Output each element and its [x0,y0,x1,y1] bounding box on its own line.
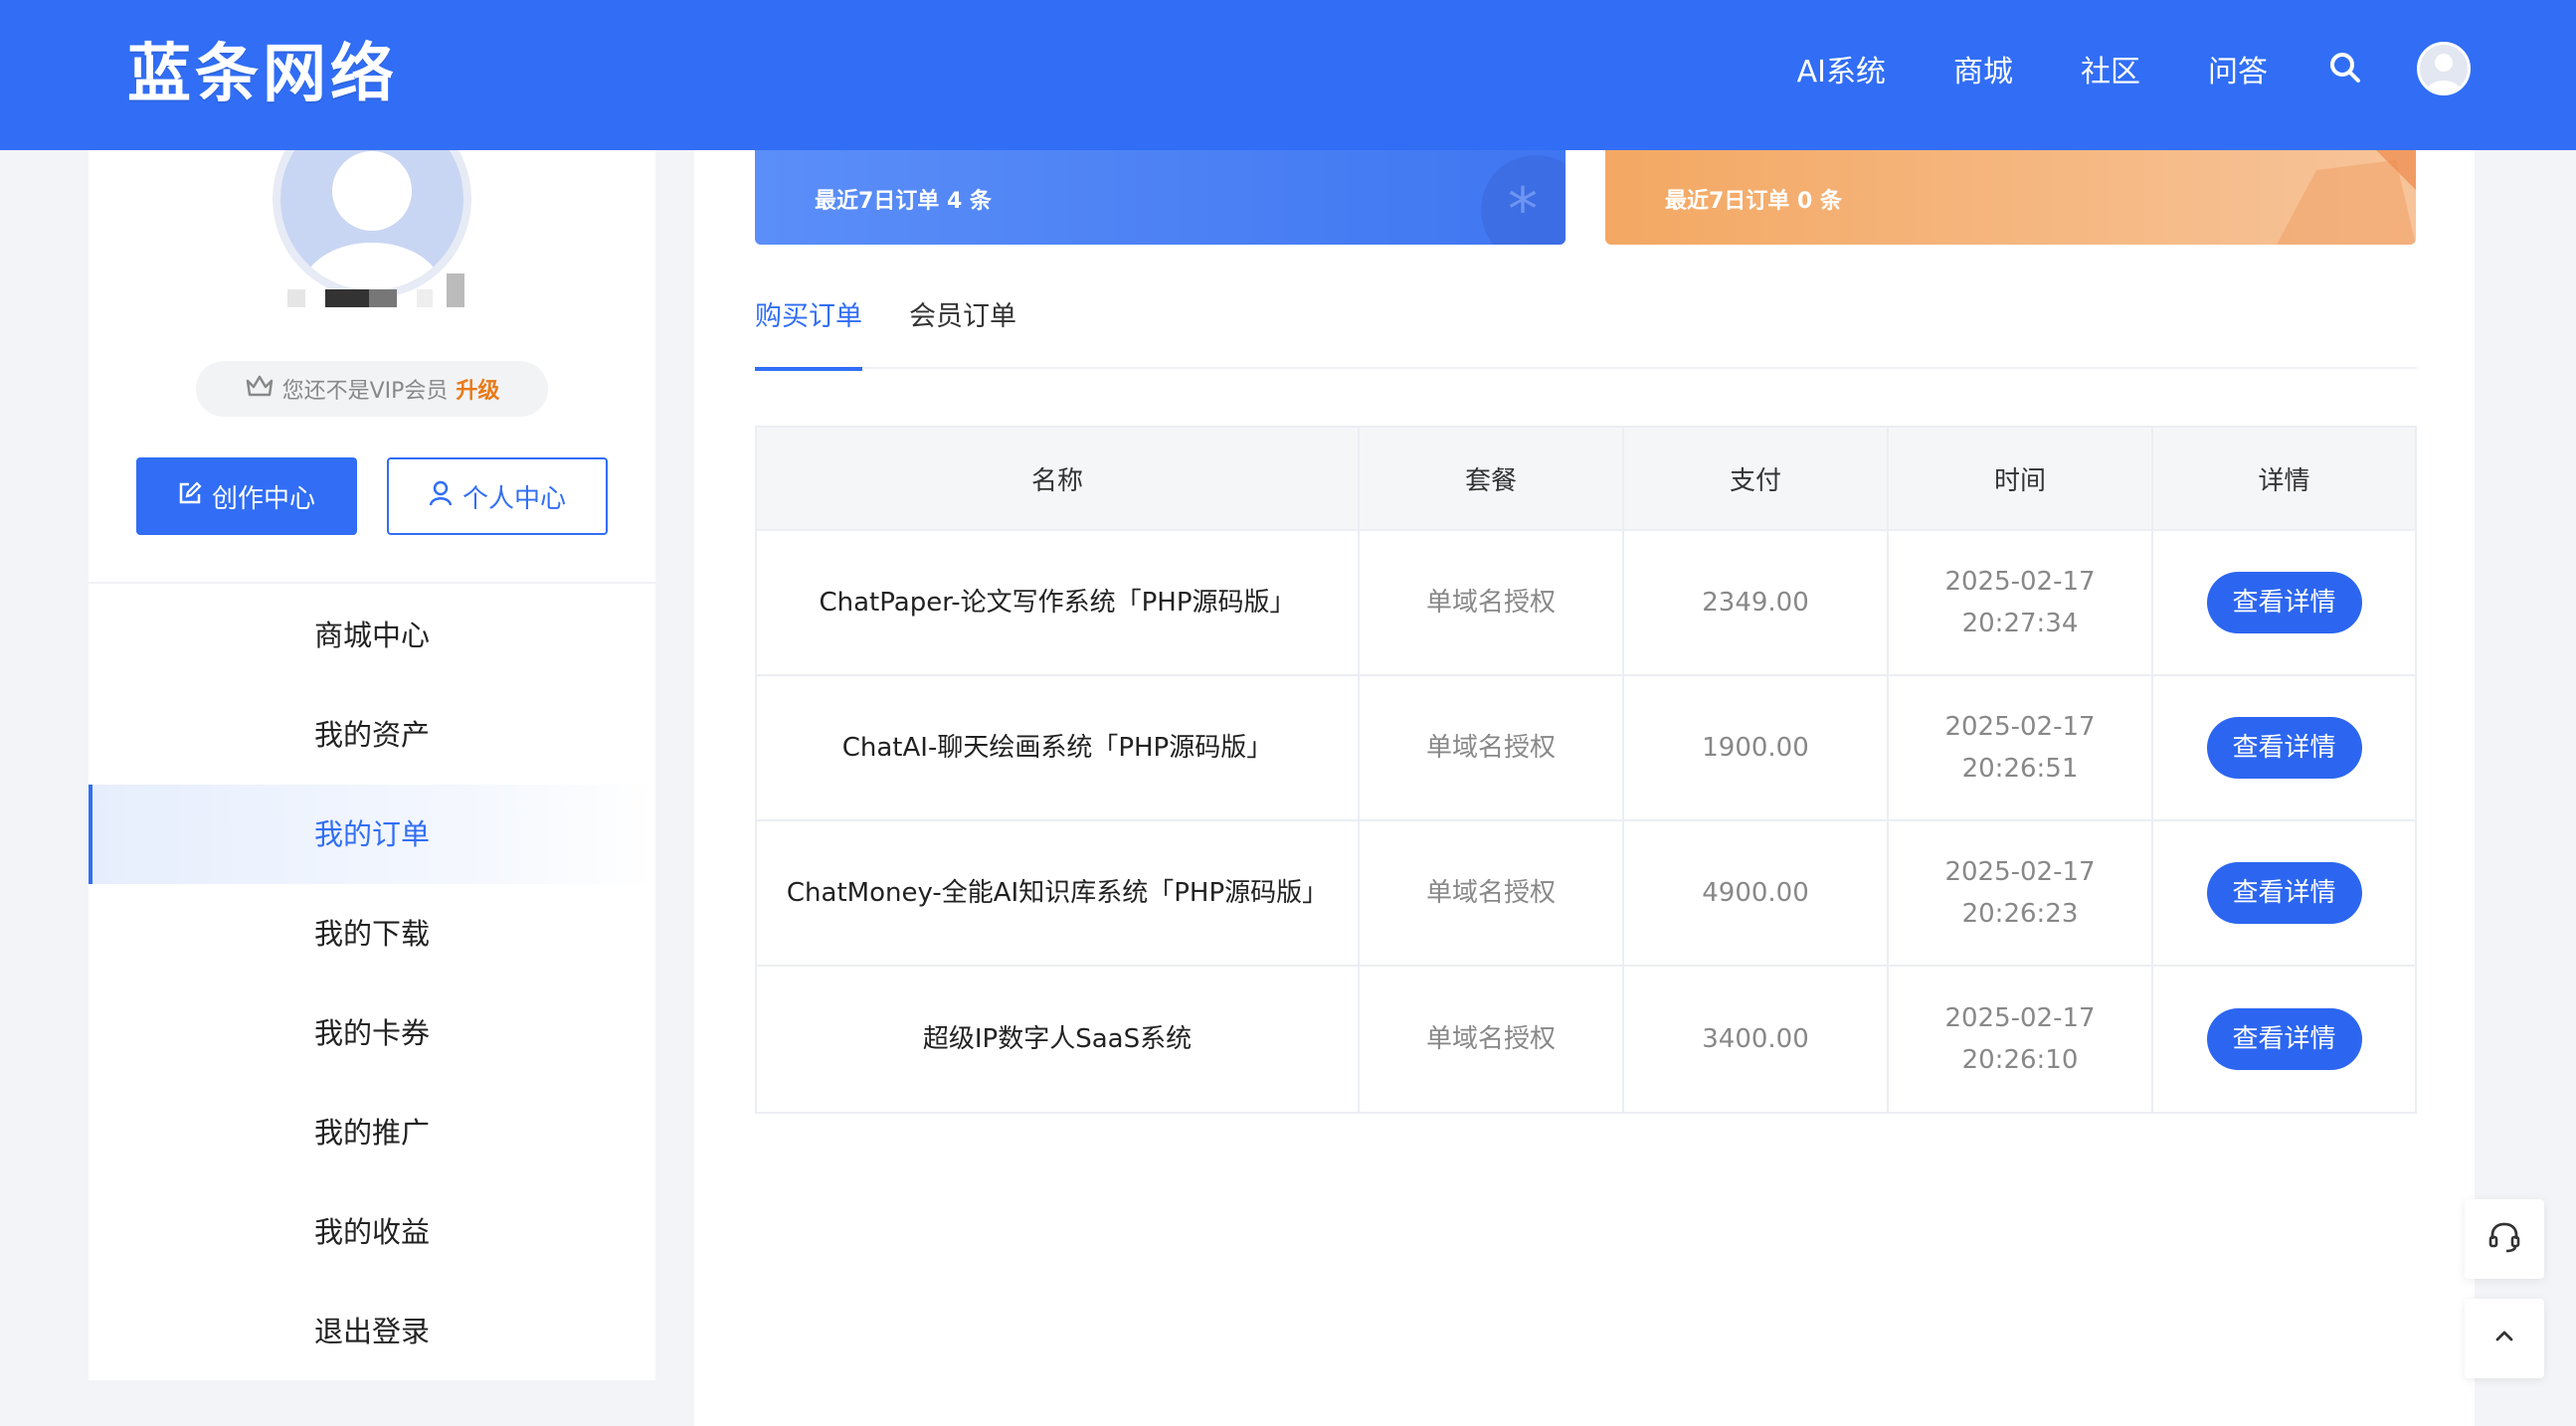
sidebar-item-logout[interactable]: 退出登录 [89,1282,655,1380]
stat-orders-7days: 最近7日订单 4 条 [815,189,992,214]
order-pay: 2349.00 [1624,531,1889,674]
order-name: ChatPaper-论文写作系统「PHP源码版」 [757,531,1360,674]
tab-purchase-orders[interactable]: 购买订单 [755,279,862,371]
user-avatar-icon[interactable] [2417,42,2471,95]
sidebar-item-my-assets[interactable]: 我的资产 [89,685,655,785]
nav-qa[interactable]: 问答 [2208,47,2268,90]
nav-community[interactable]: 社区 [2081,47,2140,90]
sidebar-item-my-promotion[interactable]: 我的推广 [89,1083,655,1182]
sidebar-item-my-coupons[interactable]: 我的卡券 [89,983,655,1083]
customer-service-button[interactable] [2465,1199,2544,1279]
order-date: 2025-02-17 [1944,567,2096,597]
sidebar-item-shop-center[interactable]: 商城中心 [89,586,655,685]
sidebar-item-my-orders[interactable]: 我的订单 [89,785,655,884]
order-detail-cell: 查看详情 [2153,531,2415,674]
edit-icon [178,480,202,512]
order-pay: 1900.00 [1624,676,1889,819]
column-header-plan: 套餐 [1360,428,1624,529]
vip-upgrade-link[interactable]: 升级 [456,373,499,405]
stat-orders-7days-member: 最近7日订单 0 条 [1665,189,1842,214]
vip-text: 您还不是VIP会员 [281,379,449,404]
orders-table: 名称 套餐 支付 时间 详情 ChatPaper-论文写作系统「PHP源码版」 … [755,426,2417,1114]
view-detail-button[interactable]: 查看详情 [2206,862,2362,924]
table-header: 名称 套餐 支付 时间 详情 [757,428,2415,531]
crown-icon [245,373,275,405]
order-time: 2025-02-17 20:27:34 [1889,531,2153,674]
column-header-name: 名称 [757,428,1360,529]
order-detail-cell: 查看详情 [2153,676,2415,819]
main-nav: AI系统 商城 社区 问答 [1730,0,2268,137]
view-detail-button[interactable]: 查看详情 [2206,572,2362,633]
headset-icon [2486,1219,2522,1259]
order-time: 2025-02-17 20:26:23 [1889,821,2153,965]
table-row: ChatMoney-全能AI知识库系统「PHP源码版」 单域名授权 4900.0… [757,821,2415,967]
divider [89,582,655,584]
search-icon[interactable] [2327,50,2363,86]
sidebar-item-my-downloads[interactable]: 我的下载 [89,884,655,983]
order-time: 2025-02-17 20:26:51 [1889,676,2153,819]
order-detail-cell: 查看详情 [2153,967,2415,1112]
table-row: ChatPaper-论文写作系统「PHP源码版」 单域名授权 2349.00 2… [757,531,2415,676]
nav-shop[interactable]: 商城 [1953,47,2013,90]
order-pay: 4900.00 [1624,821,1889,965]
order-plan: 单域名授权 [1360,967,1624,1112]
table-row: ChatAI-聊天绘画系统「PHP源码版」 单域名授权 1900.00 2025… [757,676,2415,821]
order-date: 2025-02-17 [1944,857,2096,887]
view-detail-button[interactable]: 查看详情 [2206,717,2362,779]
create-center-label: 创作中心 [211,483,315,514]
order-name: 超级IP数字人SaaS系统 [757,967,1360,1112]
order-name: ChatMoney-全能AI知识库系统「PHP源码版」 [757,821,1360,965]
order-date: 2025-02-17 [1944,1003,2096,1033]
nav-ai-system[interactable]: AI系统 [1797,47,1886,90]
stat-card-orange: 最近7日订单 0 条 [1605,150,2416,245]
view-detail-button[interactable]: 查看详情 [2206,1008,2362,1070]
order-date: 2025-02-17 [1944,712,2096,742]
order-plan: 单域名授权 [1360,531,1624,674]
vip-status[interactable]: 您还不是VIP会员 升级 [196,361,548,417]
sidebar: 您还不是VIP会员 升级 创作中心 个人中心 商城中心 我的资产 我的订单 我的… [89,150,655,1380]
personal-center-label: 个人中心 [461,483,566,514]
order-plan: 单域名授权 [1360,821,1624,965]
table-row: 超级IP数字人SaaS系统 单域名授权 3400.00 2025-02-17 20… [757,967,2415,1112]
site-logo[interactable]: 蓝条网络 [127,30,398,119]
back-to-top-button[interactable] [2465,1299,2544,1378]
order-clock: 20:27:34 [1961,609,2079,638]
order-name: ChatAI-聊天绘画系统「PHP源码版」 [757,676,1360,819]
user-icon [429,480,453,513]
order-clock: 20:26:23 [1961,899,2079,929]
order-clock: 20:26:10 [1961,1045,2079,1075]
column-header-pay: 支付 [1624,428,1889,529]
sidebar-menu: 商城中心 我的资产 我的订单 我的下载 我的卡券 我的推广 我的收益 退出登录 [89,586,655,1380]
personal-center-button[interactable]: 个人中心 [387,457,608,535]
stat-card-blue: * 最近7日订单 4 条 [755,150,1565,245]
main-content: * 最近7日订单 4 条 最近7日订单 0 条 购买订单 会员订单 名称 套餐 … [694,150,2475,1426]
order-detail-cell: 查看详情 [2153,821,2415,965]
order-time: 2025-02-17 20:26:10 [1889,967,2153,1112]
svg-text:*: * [1508,175,1538,245]
column-header-detail: 详情 [2258,465,2310,496]
sidebar-item-my-earnings[interactable]: 我的收益 [89,1182,655,1282]
chevron-up-icon [2492,1325,2516,1352]
top-header: 蓝条网络 AI系统 商城 社区 问答 [0,0,2576,150]
order-tabs: 购买订单 会员订单 [755,279,2417,371]
masked-username [287,273,466,309]
order-clock: 20:26:51 [1961,754,2079,784]
create-center-button[interactable]: 创作中心 [136,457,357,535]
order-plan: 单域名授权 [1360,676,1624,819]
tab-member-orders[interactable]: 会员订单 [909,279,1016,369]
column-header-time: 时间 [1889,428,2153,529]
order-pay: 3400.00 [1624,967,1889,1112]
